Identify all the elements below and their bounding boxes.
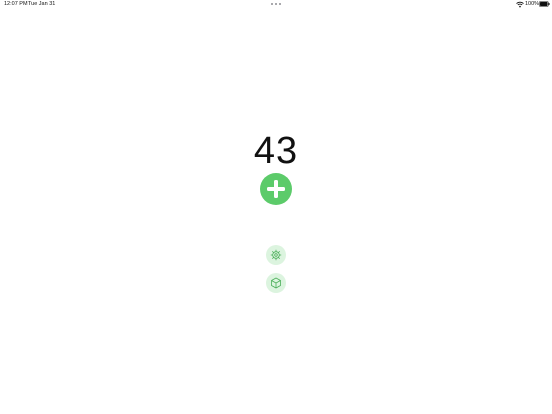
reset-button[interactable] — [266, 273, 286, 293]
gear-icon — [270, 249, 282, 261]
status-date: Tue Jan 31 — [28, 1, 56, 7]
status-time: 12:07 PM — [4, 1, 28, 7]
plus-icon — [267, 180, 285, 198]
battery-icon — [539, 1, 550, 7]
add-button[interactable] — [260, 173, 292, 205]
status-bar: 12:07 PM Tue Jan 31 100% — [0, 0, 552, 10]
multitasking-dots-icon[interactable] — [270, 1, 282, 7]
wifi-icon — [516, 1, 524, 8]
app-screen: 12:07 PM Tue Jan 31 100% 43 — [0, 0, 552, 414]
settings-button[interactable] — [266, 245, 286, 265]
cube-icon — [271, 277, 281, 289]
battery-percent: 100% — [525, 1, 540, 7]
counter-value: 43 — [253, 130, 299, 172]
